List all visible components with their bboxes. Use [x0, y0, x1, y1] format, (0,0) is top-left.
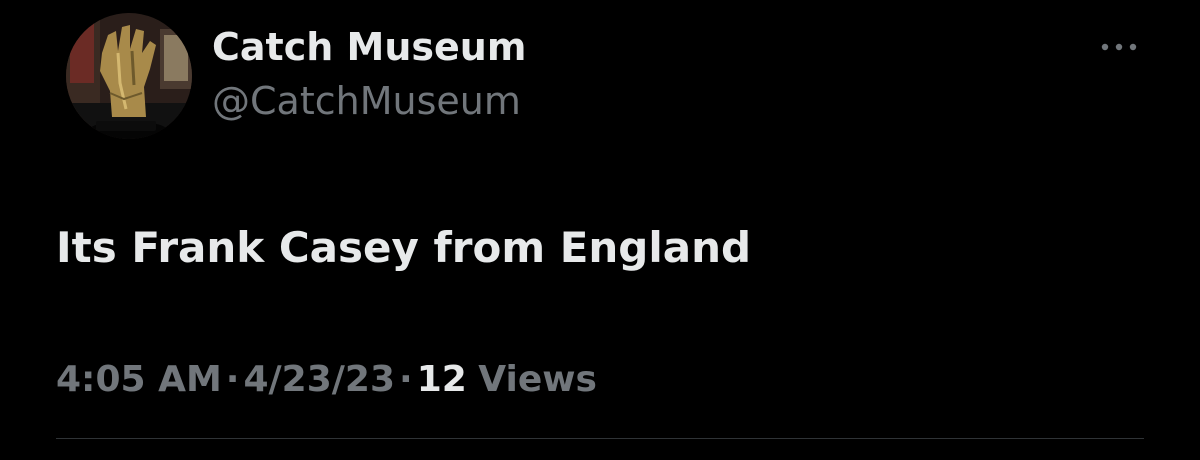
tweet-metadata: 4:05 AM · 4/23/23 · 12 Views [56, 356, 597, 404]
bronze-hand-sculpture-avatar [66, 13, 192, 139]
meta-separator: · [225, 359, 240, 400]
author-handle[interactable]: @CatchMuseum [212, 76, 526, 126]
author-info: Catch Museum @CatchMuseum [212, 22, 526, 126]
views-count: 12 [416, 359, 467, 400]
author-display-name[interactable]: Catch Museum [212, 22, 526, 72]
tweet-date[interactable]: 4/23/23 [243, 359, 395, 400]
avatar[interactable] [66, 13, 192, 139]
views-label: Views [478, 359, 597, 400]
more-options-dots [1101, 43, 1137, 51]
tweet-card: Catch Museum @CatchMuseum Its Frank Case… [0, 0, 1200, 460]
divider [56, 438, 1144, 439]
tweet-time[interactable]: 4:05 AM [56, 359, 222, 400]
more-horizontal-icon[interactable] [1096, 32, 1142, 62]
tweet-text: Its Frank Casey from England [56, 223, 752, 272]
meta-separator: · [399, 359, 413, 400]
